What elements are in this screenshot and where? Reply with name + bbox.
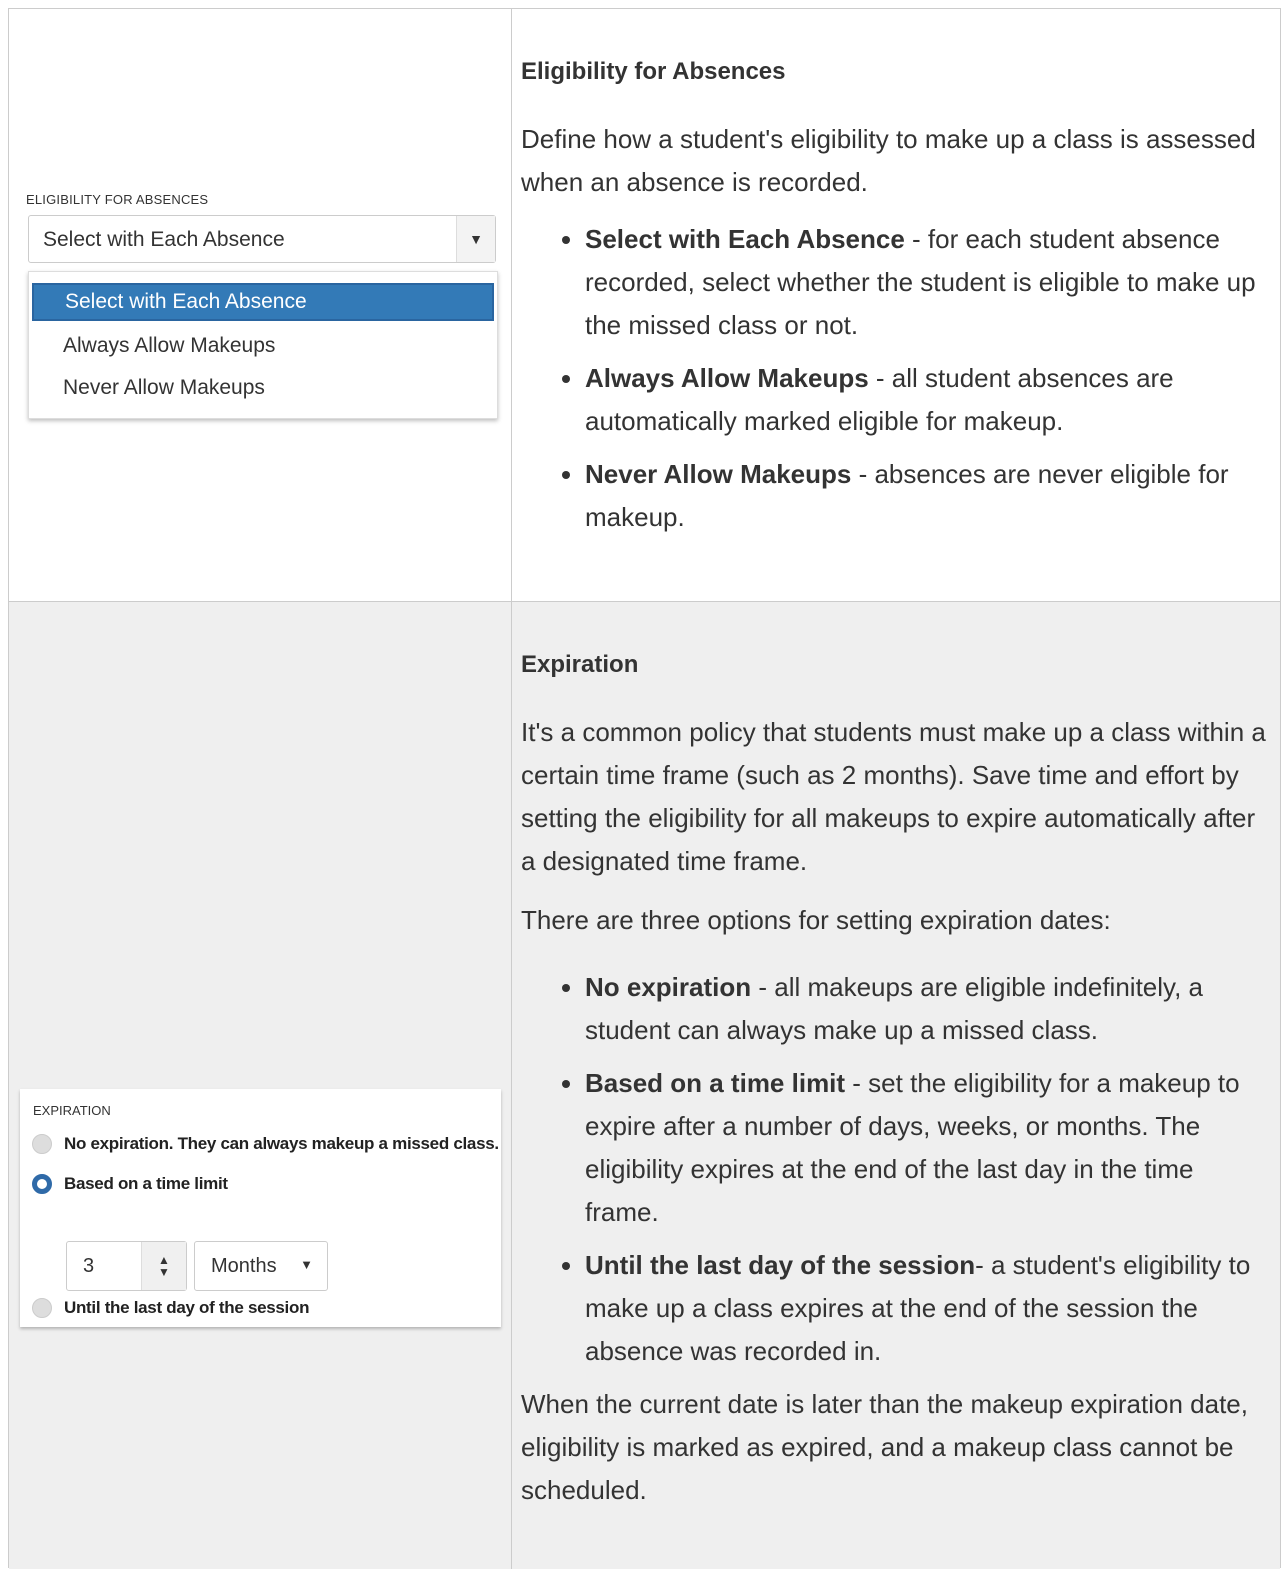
radio-label: Based on a time limit [64, 1174, 228, 1193]
stepper-control[interactable]: ▲ ▼ [141, 1242, 186, 1290]
list-item: Always Allow Makeups - all student absen… [585, 357, 1273, 443]
section-intro: Define how a student's eligibility to ma… [521, 124, 1256, 197]
radio-label: No expiration. They can always makeup a … [64, 1134, 499, 1153]
list-term: Based on a time limit [585, 1068, 846, 1098]
row-expiration: Expiration It's a common policy that stu… [9, 602, 1280, 1569]
eligibility-select-value: Select with Each Absence [43, 228, 285, 251]
radio-checked-icon[interactable] [32, 1174, 52, 1194]
radio-unchecked-icon[interactable] [32, 1298, 52, 1318]
row-eligibility: ELIGIBILITY FOR ABSENCES Select with Eac… [9, 9, 1280, 602]
eligibility-text: Eligibility for Absences Define how a st… [521, 55, 1273, 549]
unit-select[interactable]: Months ▼ [194, 1241, 328, 1291]
eligibility-label: ELIGIBILITY FOR ABSENCES [26, 192, 209, 207]
section-outro: When the current date is later than the … [521, 1389, 1248, 1505]
unit-value: Months [211, 1255, 277, 1277]
option-always-allow-makeups[interactable]: Always Allow Makeups [32, 327, 494, 365]
amount-stepper[interactable]: 3 ▲ ▼ [66, 1241, 187, 1291]
eligibility-list: Select with Each Absence - for each stud… [521, 218, 1273, 539]
list-term: Select with Each Absence [585, 224, 905, 254]
eligibility-widget: ELIGIBILITY FOR ABSENCES Select with Eac… [21, 189, 499, 422]
list-term: Never Allow Makeups [585, 459, 852, 489]
doc-table: ELIGIBILITY FOR ABSENCES Select with Eac… [8, 8, 1281, 1569]
eligibility-option-list: Select with Each Absence Always Allow Ma… [28, 271, 498, 419]
expiration-label: EXPIRATION [33, 1103, 111, 1118]
expiration-list: No expiration - all makeups are eligible… [521, 966, 1273, 1373]
section-lead: There are three options for setting expi… [521, 905, 1111, 935]
option-select-with-each-absence[interactable]: Select with Each Absence [32, 283, 494, 321]
section-heading: Expiration [521, 651, 639, 678]
expiration-widget: EXPIRATION No expiration. They can alway… [20, 1089, 501, 1327]
amount-value: 3 [83, 1255, 95, 1277]
section-heading: Eligibility for Absences [521, 58, 786, 85]
eligibility-select[interactable]: Select with Each Absence ▼ [28, 215, 496, 263]
section-intro: It's a common policy that students must … [521, 717, 1266, 876]
list-item: No expiration - all makeups are eligible… [585, 966, 1273, 1052]
option-never-allow-makeups[interactable]: Never Allow Makeups [32, 369, 494, 407]
list-item: Until the last day of the session- a stu… [585, 1244, 1273, 1373]
column-divider [511, 602, 512, 1569]
list-item: Never Allow Makeups - absences are never… [585, 453, 1273, 539]
stepper-down-icon[interactable]: ▼ [158, 1266, 170, 1278]
chevron-down-icon[interactable]: ▼ [300, 1257, 313, 1272]
radio-option-time-limit[interactable]: Based on a time limit [32, 1172, 228, 1196]
expiration-text: Expiration It's a common policy that stu… [521, 648, 1273, 1512]
list-term: Until the last day of the session [585, 1250, 976, 1280]
column-divider [511, 9, 512, 601]
list-term: Always Allow Makeups [585, 363, 869, 393]
chevron-down-icon[interactable]: ▼ [456, 216, 495, 262]
list-item: Select with Each Absence - for each stud… [585, 218, 1273, 347]
list-item: Based on a time limit - set the eligibil… [585, 1062, 1273, 1234]
radio-option-session-end[interactable]: Until the last day of the session [32, 1296, 309, 1320]
radio-label: Until the last day of the session [64, 1298, 310, 1317]
radio-unchecked-icon[interactable] [32, 1134, 52, 1154]
radio-option-no-expiration[interactable]: No expiration. They can always makeup a … [32, 1132, 499, 1156]
list-term: No expiration [585, 972, 752, 1002]
